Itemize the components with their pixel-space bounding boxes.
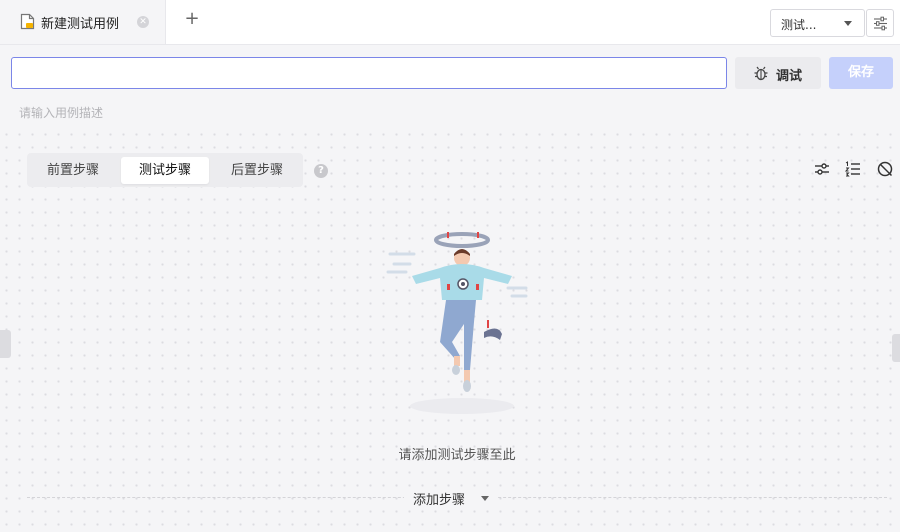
step-type-tabs: 前置步骤 测试步骤 后置步骤 bbox=[27, 153, 303, 187]
tab-label: 新建测试用例 bbox=[41, 17, 120, 32]
environment-value: 测试... bbox=[781, 18, 817, 32]
add-tab-icon[interactable]: + bbox=[183, 8, 201, 30]
chevron-down-icon bbox=[481, 496, 489, 501]
filter-sliders-icon[interactable] bbox=[813, 160, 831, 178]
description-input[interactable]: 请输入用例描述 bbox=[19, 104, 103, 121]
right-panel-toggle[interactable] bbox=[892, 334, 900, 362]
empty-state-illustration bbox=[386, 232, 528, 414]
tab-new-test-case[interactable]: 新建测试用例 ✕ bbox=[0, 0, 166, 44]
clear-disable-icon[interactable] bbox=[876, 160, 894, 178]
empty-state-text: 请添加测试步骤至此 bbox=[398, 448, 516, 463]
debug-label: 调试 bbox=[776, 69, 803, 84]
environment-settings-button[interactable] bbox=[866, 9, 894, 37]
ordered-list-icon[interactable] bbox=[844, 160, 862, 178]
add-step-dropdown[interactable]: 添加步骤 bbox=[404, 487, 498, 509]
save-button[interactable]: 保存 bbox=[829, 57, 893, 89]
chevron-down-icon bbox=[844, 21, 852, 26]
case-name-input[interactable] bbox=[11, 57, 727, 89]
add-step-label: 添加步骤 bbox=[413, 493, 466, 508]
tab-test-steps[interactable]: 测试步骤 bbox=[121, 157, 209, 184]
left-panel-toggle[interactable] bbox=[0, 330, 11, 358]
close-icon[interactable]: ✕ bbox=[137, 16, 149, 28]
environment-select[interactable]: 测试... bbox=[770, 9, 865, 37]
bug-icon bbox=[754, 66, 768, 81]
help-icon[interactable]: ? bbox=[314, 164, 328, 178]
settings-sliders-icon bbox=[874, 16, 887, 31]
tab-pre-steps[interactable]: 前置步骤 bbox=[31, 157, 115, 184]
tab-post-steps[interactable]: 后置步骤 bbox=[215, 157, 299, 184]
tab-bar: 新建测试用例 ✕ + 测试... bbox=[0, 0, 900, 45]
file-edit-icon bbox=[20, 13, 35, 30]
debug-button[interactable]: 调试 bbox=[735, 57, 821, 89]
